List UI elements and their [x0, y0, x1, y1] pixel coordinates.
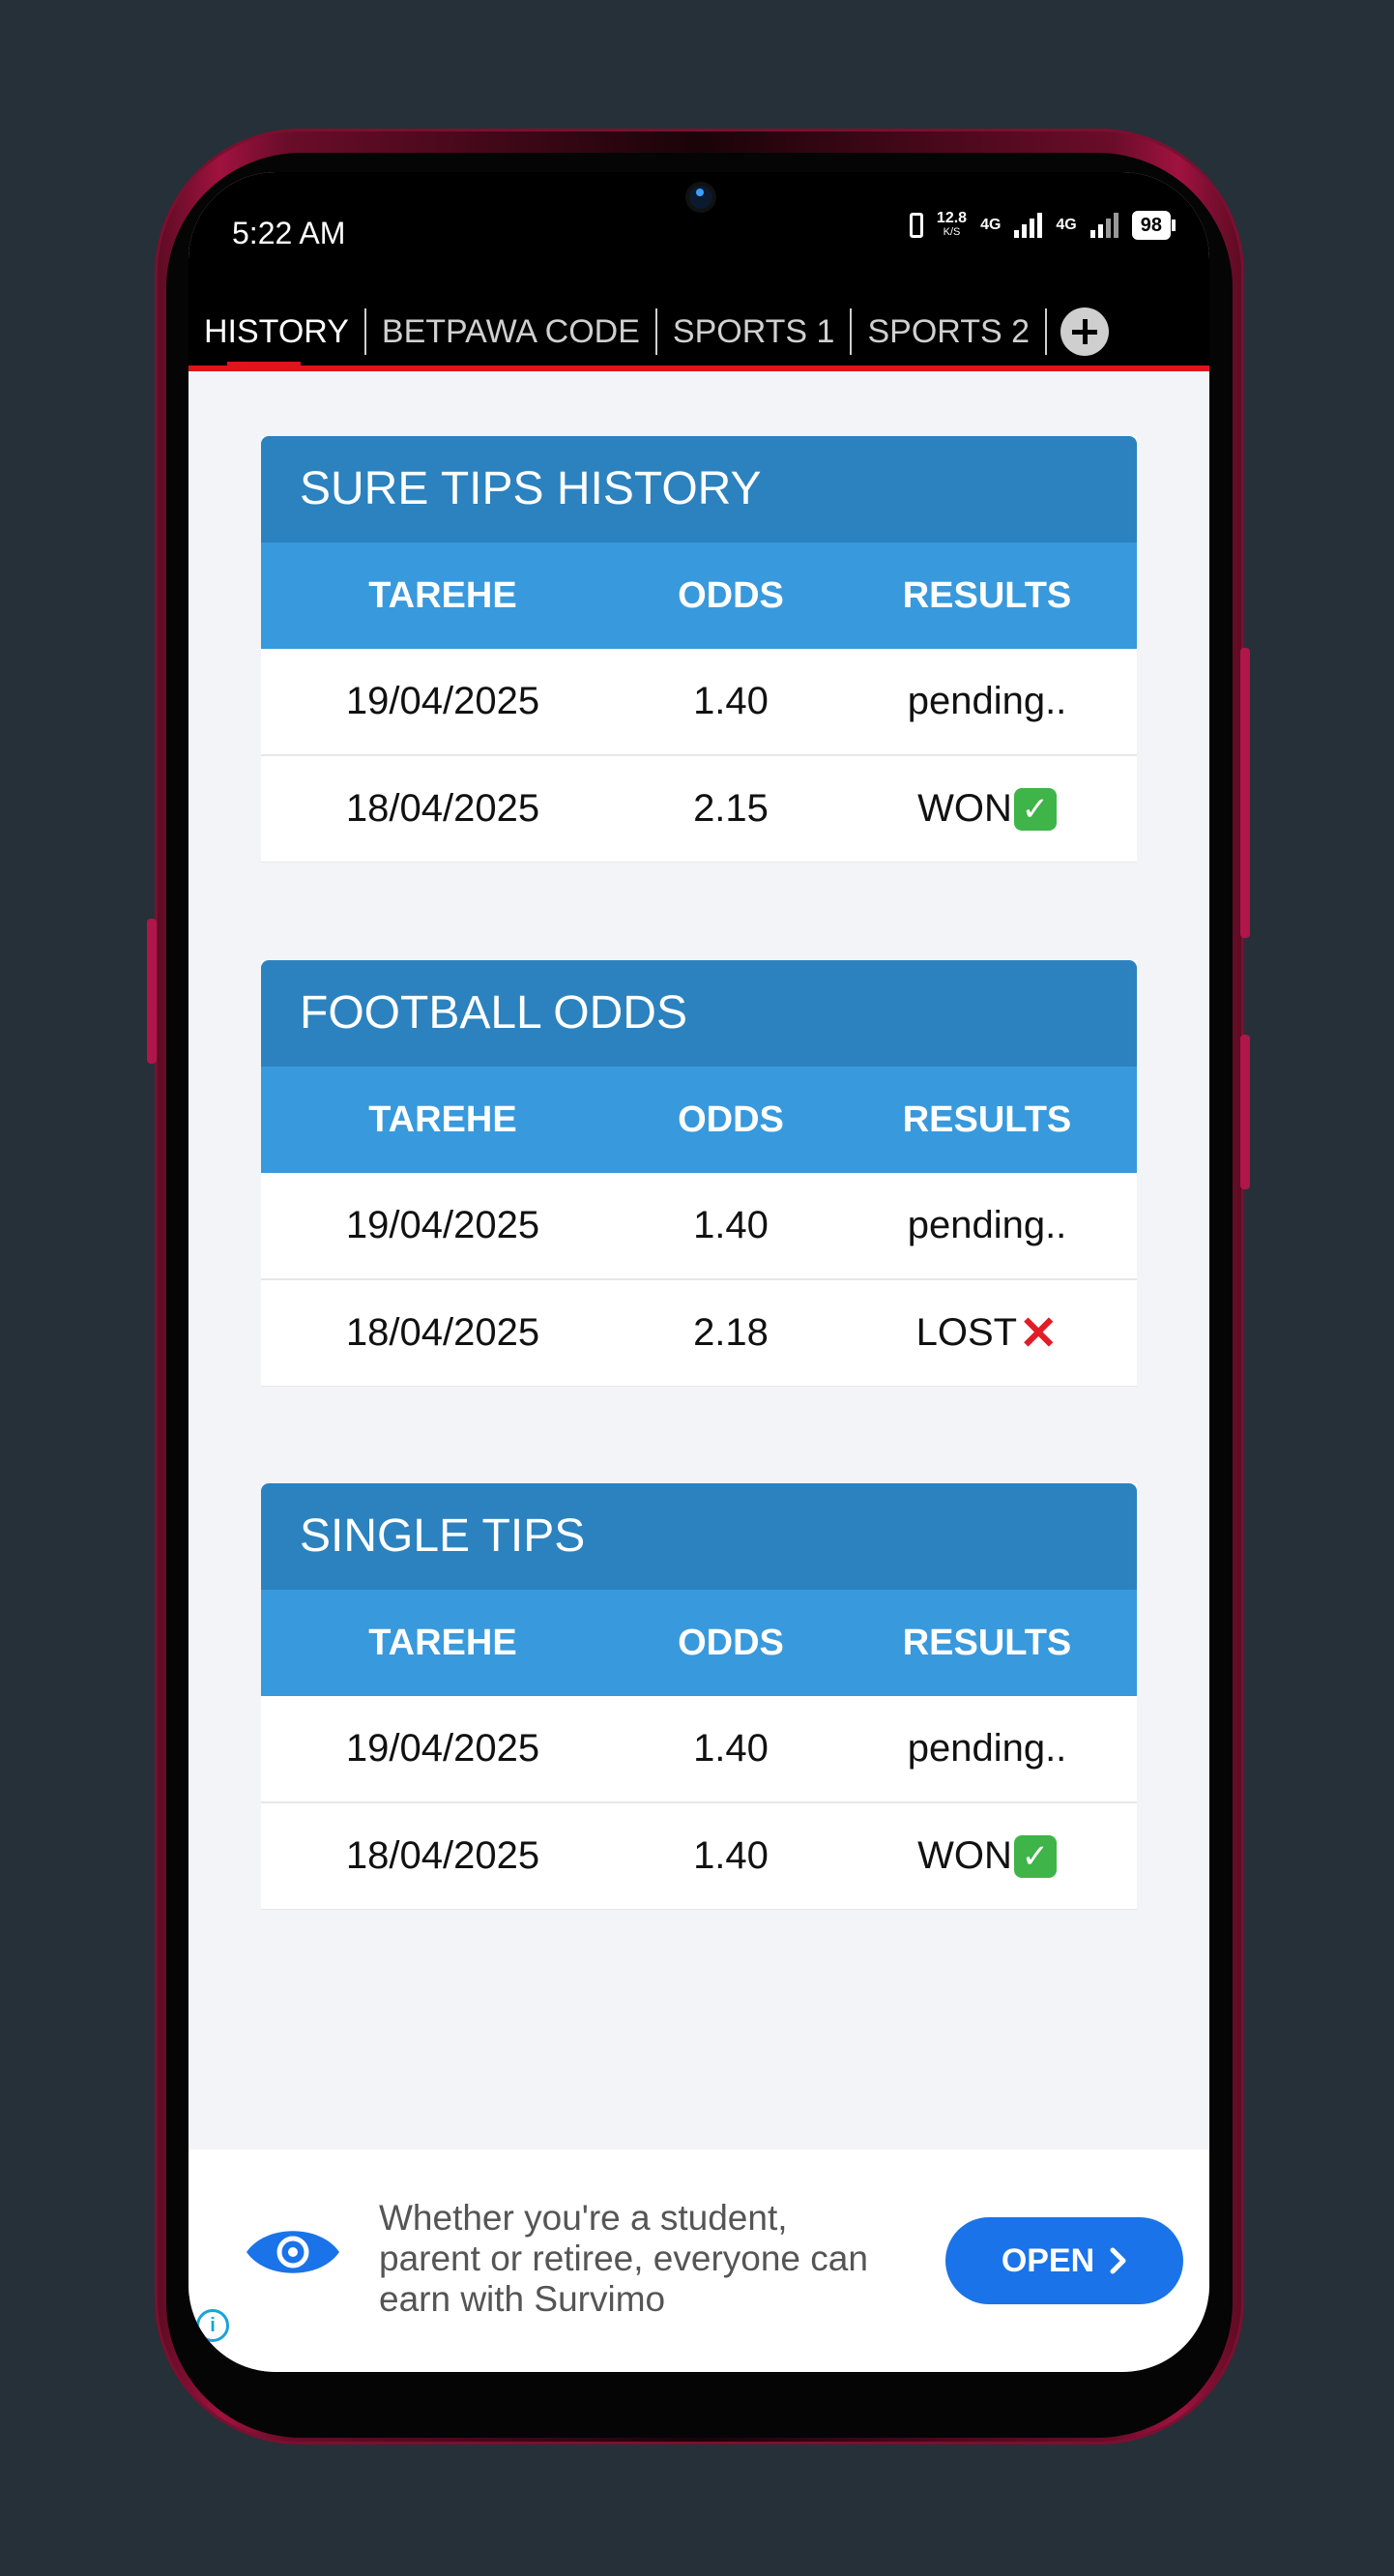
tab-indicator: [227, 362, 301, 371]
table-header: TAREHE ODDS RESULTS: [261, 1590, 1137, 1696]
column-header-odds: ODDS: [678, 1622, 784, 1663]
column-header-tarehe: TAREHE: [368, 1622, 517, 1663]
tab-sports-2-label: SPORTS 2: [867, 313, 1031, 350]
add-tab-icon[interactable]: [1060, 307, 1110, 356]
cell-date: 18/04/2025: [345, 1834, 540, 1877]
tab-sports-1-label: SPORTS 1: [672, 313, 835, 350]
tab-separator: [1045, 308, 1048, 355]
phone-screen: 5:22 AM 12.8 K/S 4G 4G 98 HISTORY BETPAW…: [189, 172, 1209, 2372]
table-header: TAREHE ODDS RESULTS: [261, 542, 1137, 649]
cell-result: WON ✓: [837, 1803, 1137, 1909]
ad-open-button[interactable]: OPEN: [945, 2217, 1183, 2304]
net-speed-unit: K/S: [943, 226, 961, 238]
table-row: 18/04/2025 1.40 WON ✓: [261, 1803, 1137, 1910]
cross-mark-icon: ✕: [1019, 1307, 1059, 1360]
camera-icon: [689, 186, 712, 209]
cell-result: WON ✓: [837, 756, 1137, 862]
status-icons: 12.8 K/S 4G 4G 98: [909, 210, 1176, 240]
cell-date: 19/04/2025: [345, 680, 540, 722]
sim1-label: 4G: [980, 217, 1002, 233]
table-title: FOOTBALL ODDS: [261, 960, 1137, 1067]
table-row: 19/04/2025 1.40 pending..: [261, 1173, 1137, 1280]
column-header-odds: ODDS: [678, 574, 784, 616]
sim2-label: 4G: [1056, 217, 1077, 233]
ad-text: Whether you're a student, parent or reti…: [379, 2198, 868, 2319]
column-header-tarehe: TAREHE: [368, 574, 517, 616]
column-header-results: RESULTS: [902, 1622, 1072, 1663]
result-text: WON: [917, 787, 1012, 830]
table-row: 18/04/2025 2.15 WON ✓: [261, 756, 1137, 863]
ad-info-icon[interactable]: i: [196, 2309, 229, 2342]
table-football-odds: FOOTBALL ODDS TAREHE ODDS RESULTS 19/04/…: [261, 960, 1137, 1387]
table-title: SINGLE TIPS: [261, 1483, 1137, 1590]
result-text: LOST: [915, 1311, 1018, 1354]
tab-bar: HISTORY BETPAWA CODE SPORTS 1 SPORTS 2: [189, 298, 1209, 371]
tab-history-label: HISTORY: [204, 313, 349, 350]
result-text: WON: [917, 1834, 1012, 1877]
chevron-right-icon: [1110, 2247, 1126, 2274]
battery-icon: 98: [1131, 211, 1176, 240]
result-text: pending..: [907, 1204, 1067, 1246]
cell-odds: 1.40: [693, 680, 769, 722]
vibrate-icon: [909, 213, 923, 238]
table-header: TAREHE ODDS RESULTS: [261, 1067, 1137, 1173]
column-header-results: RESULTS: [902, 1098, 1072, 1140]
eye-icon: [247, 2231, 339, 2273]
cell-result: pending..: [837, 1173, 1137, 1278]
cell-result: LOST ✕: [837, 1280, 1137, 1386]
tab-history[interactable]: HISTORY: [189, 309, 364, 371]
tab-sports-1[interactable]: SPORTS 1: [657, 309, 851, 354]
side-button-right-1: [1240, 648, 1250, 938]
table-row: 19/04/2025 1.40 pending..: [261, 649, 1137, 756]
cell-result: pending..: [837, 649, 1137, 754]
cell-date: 19/04/2025: [345, 1204, 540, 1246]
tab-betpawa-code-label: BETPAWA CODE: [381, 313, 640, 350]
cell-odds: 2.15: [693, 787, 769, 830]
cell-date: 18/04/2025: [345, 787, 540, 830]
table-row: 18/04/2025 2.18 LOST ✕: [261, 1280, 1137, 1387]
table-sure-tips-history: SURE TIPS HISTORY TAREHE ODDS RESULTS 19…: [261, 436, 1137, 863]
cell-date: 19/04/2025: [345, 1727, 540, 1770]
column-header-tarehe: TAREHE: [368, 1098, 517, 1140]
result-text: pending..: [907, 680, 1067, 722]
net-speed: 12.8 K/S: [936, 210, 968, 239]
column-header-odds: ODDS: [678, 1098, 784, 1140]
cell-odds: 2.18: [693, 1311, 769, 1354]
table-single-tips: SINGLE TIPS TAREHE ODDS RESULTS 19/04/20…: [261, 1483, 1137, 1910]
result-text: pending..: [907, 1727, 1067, 1770]
net-speed-value: 12.8: [936, 210, 968, 226]
ad-open-label: OPEN: [1001, 2241, 1095, 2279]
status-time: 5:22 AM: [232, 216, 346, 250]
signal-icon: [1014, 213, 1043, 238]
cell-odds: 1.40: [693, 1727, 769, 1770]
table-row: 19/04/2025 1.40 pending..: [261, 1696, 1137, 1803]
side-button-left: [147, 919, 157, 1064]
check-mark-icon: ✓: [1013, 1834, 1057, 1878]
cell-date: 18/04/2025: [345, 1311, 540, 1354]
ad-banner[interactable]: Whether you're a student, parent or reti…: [189, 2150, 1209, 2372]
cell-result: pending..: [837, 1696, 1137, 1801]
column-header-results: RESULTS: [902, 574, 1072, 616]
tab-betpawa-code[interactable]: BETPAWA CODE: [366, 309, 655, 354]
cell-odds: 1.40: [693, 1204, 769, 1246]
signal-icon-2: [1089, 213, 1118, 238]
tab-sports-2[interactable]: SPORTS 2: [852, 309, 1045, 354]
check-mark-icon: ✓: [1013, 787, 1057, 831]
table-title: SURE TIPS HISTORY: [261, 436, 1137, 542]
side-button-right-2: [1240, 1035, 1250, 1189]
cell-odds: 1.40: [693, 1834, 769, 1877]
